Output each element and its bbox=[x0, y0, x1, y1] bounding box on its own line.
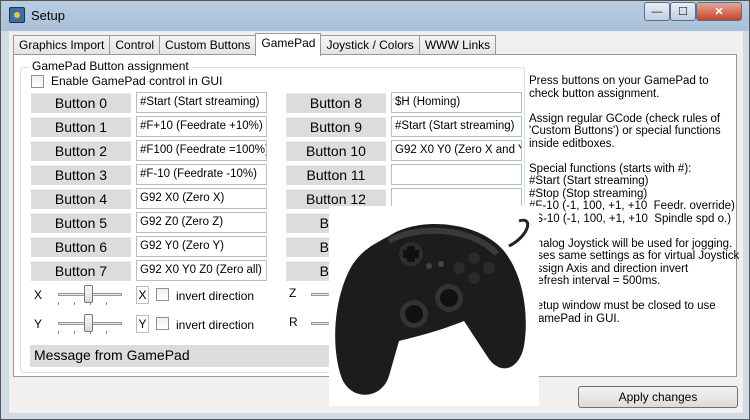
app-icon bbox=[9, 7, 25, 23]
tab-control[interactable]: Control bbox=[109, 35, 161, 55]
enable-gamepad-checkbox[interactable] bbox=[31, 75, 44, 88]
minimize-button[interactable]: — bbox=[644, 2, 670, 21]
invert-x-checkbox[interactable] bbox=[156, 288, 169, 301]
axis-y-label: Y bbox=[34, 317, 43, 331]
gamepad-button-4[interactable]: Button 4 bbox=[31, 189, 131, 209]
window-title: Setup bbox=[31, 8, 65, 23]
gamepad-button-0[interactable]: Button 0 bbox=[31, 93, 131, 113]
axis-x-label: X bbox=[34, 288, 43, 302]
tab-strip: Graphics Import Control Custom Buttons G… bbox=[13, 33, 497, 56]
axis-y-slider[interactable] bbox=[56, 311, 126, 335]
button-3-gcode-input[interactable]: #F-10 (Feedrate -10%) bbox=[136, 164, 267, 185]
apply-changes-button[interactable]: Apply changes bbox=[578, 386, 738, 408]
gamepad-image bbox=[329, 206, 539, 406]
client-area: Graphics Import Control Custom Buttons G… bbox=[9, 31, 743, 413]
gamepad-button-10[interactable]: Button 10 bbox=[286, 141, 386, 161]
slider-ticks bbox=[58, 302, 122, 305]
button-9-gcode-input[interactable]: #Start (Start streaming) bbox=[391, 116, 522, 137]
button-0-gcode-input[interactable]: #Start (Start streaming) bbox=[136, 92, 267, 113]
gamepad-button-1[interactable]: Button 1 bbox=[31, 117, 131, 137]
invert-y-label: invert direction bbox=[176, 318, 255, 332]
button-2-gcode-input[interactable]: #F100 (Feedrate =100%) bbox=[136, 140, 267, 161]
button-8-gcode-input[interactable]: $H (Homing) bbox=[391, 92, 522, 113]
invert-y-checkbox[interactable] bbox=[156, 317, 169, 330]
tab-custom-buttons[interactable]: Custom Buttons bbox=[159, 35, 257, 55]
maximize-button[interactable]: ☐ bbox=[670, 2, 696, 21]
group-title: GamePad Button assignment bbox=[29, 59, 192, 73]
button-1-gcode-input[interactable]: #F+10 (Feedrate +10%) bbox=[136, 116, 267, 137]
button-6-gcode-input[interactable]: G92 Y0 (Zero Y) bbox=[136, 236, 267, 257]
tab-graphics-import[interactable]: Graphics Import bbox=[13, 35, 111, 55]
axis-x-assign-input[interactable]: X bbox=[136, 286, 149, 304]
button-11-gcode-input[interactable] bbox=[391, 164, 522, 185]
axis-x-slider[interactable] bbox=[56, 282, 126, 306]
gamepad-button-9[interactable]: Button 9 bbox=[286, 117, 386, 137]
tab-www-links[interactable]: WWW Links bbox=[418, 35, 497, 55]
gamepad-button-11[interactable]: Button 11 bbox=[286, 165, 386, 185]
gamepad-controller-icon bbox=[335, 218, 530, 395]
invert-x-label: invert direction bbox=[176, 289, 255, 303]
title-bar[interactable]: Setup — ☐ ✕ bbox=[1, 1, 749, 31]
axis-z-label: Z bbox=[289, 286, 297, 300]
axis-y-assign-input[interactable]: Y bbox=[136, 315, 149, 333]
gamepad-button-3[interactable]: Button 3 bbox=[31, 165, 131, 185]
slider-ticks bbox=[58, 331, 122, 334]
tab-gamepad[interactable]: GamePad bbox=[255, 33, 322, 56]
button-5-gcode-input[interactable]: G92 Z0 (Zero Z) bbox=[136, 212, 267, 233]
enable-gamepad-label: Enable GamePad control in GUI bbox=[51, 74, 223, 88]
gamepad-button-2[interactable]: Button 2 bbox=[31, 141, 131, 161]
gamepad-button-5[interactable]: Button 5 bbox=[31, 213, 131, 233]
button-7-gcode-input[interactable]: G92 X0 Y0 Z0 (Zero all) bbox=[136, 260, 267, 281]
help-text: Press buttons on your GamePad to check b… bbox=[529, 75, 740, 325]
slider-thumb[interactable] bbox=[84, 314, 93, 332]
button-10-gcode-input[interactable]: G92 X0 Y0 (Zero X and Y) bbox=[391, 140, 522, 161]
button-4-gcode-input[interactable]: G92 X0 (Zero X) bbox=[136, 188, 267, 209]
close-button[interactable]: ✕ bbox=[696, 2, 742, 21]
tab-joystick-colors[interactable]: Joystick / Colors bbox=[320, 35, 420, 55]
slider-thumb[interactable] bbox=[84, 285, 93, 303]
gamepad-button-8[interactable]: Button 8 bbox=[286, 93, 386, 113]
gamepad-button-6[interactable]: Button 6 bbox=[31, 237, 131, 257]
gamepad-button-7[interactable]: Button 7 bbox=[31, 261, 131, 281]
axis-r-label: R bbox=[289, 315, 298, 329]
setup-window: Setup — ☐ ✕ Graphics Import Control Cust… bbox=[0, 0, 750, 420]
